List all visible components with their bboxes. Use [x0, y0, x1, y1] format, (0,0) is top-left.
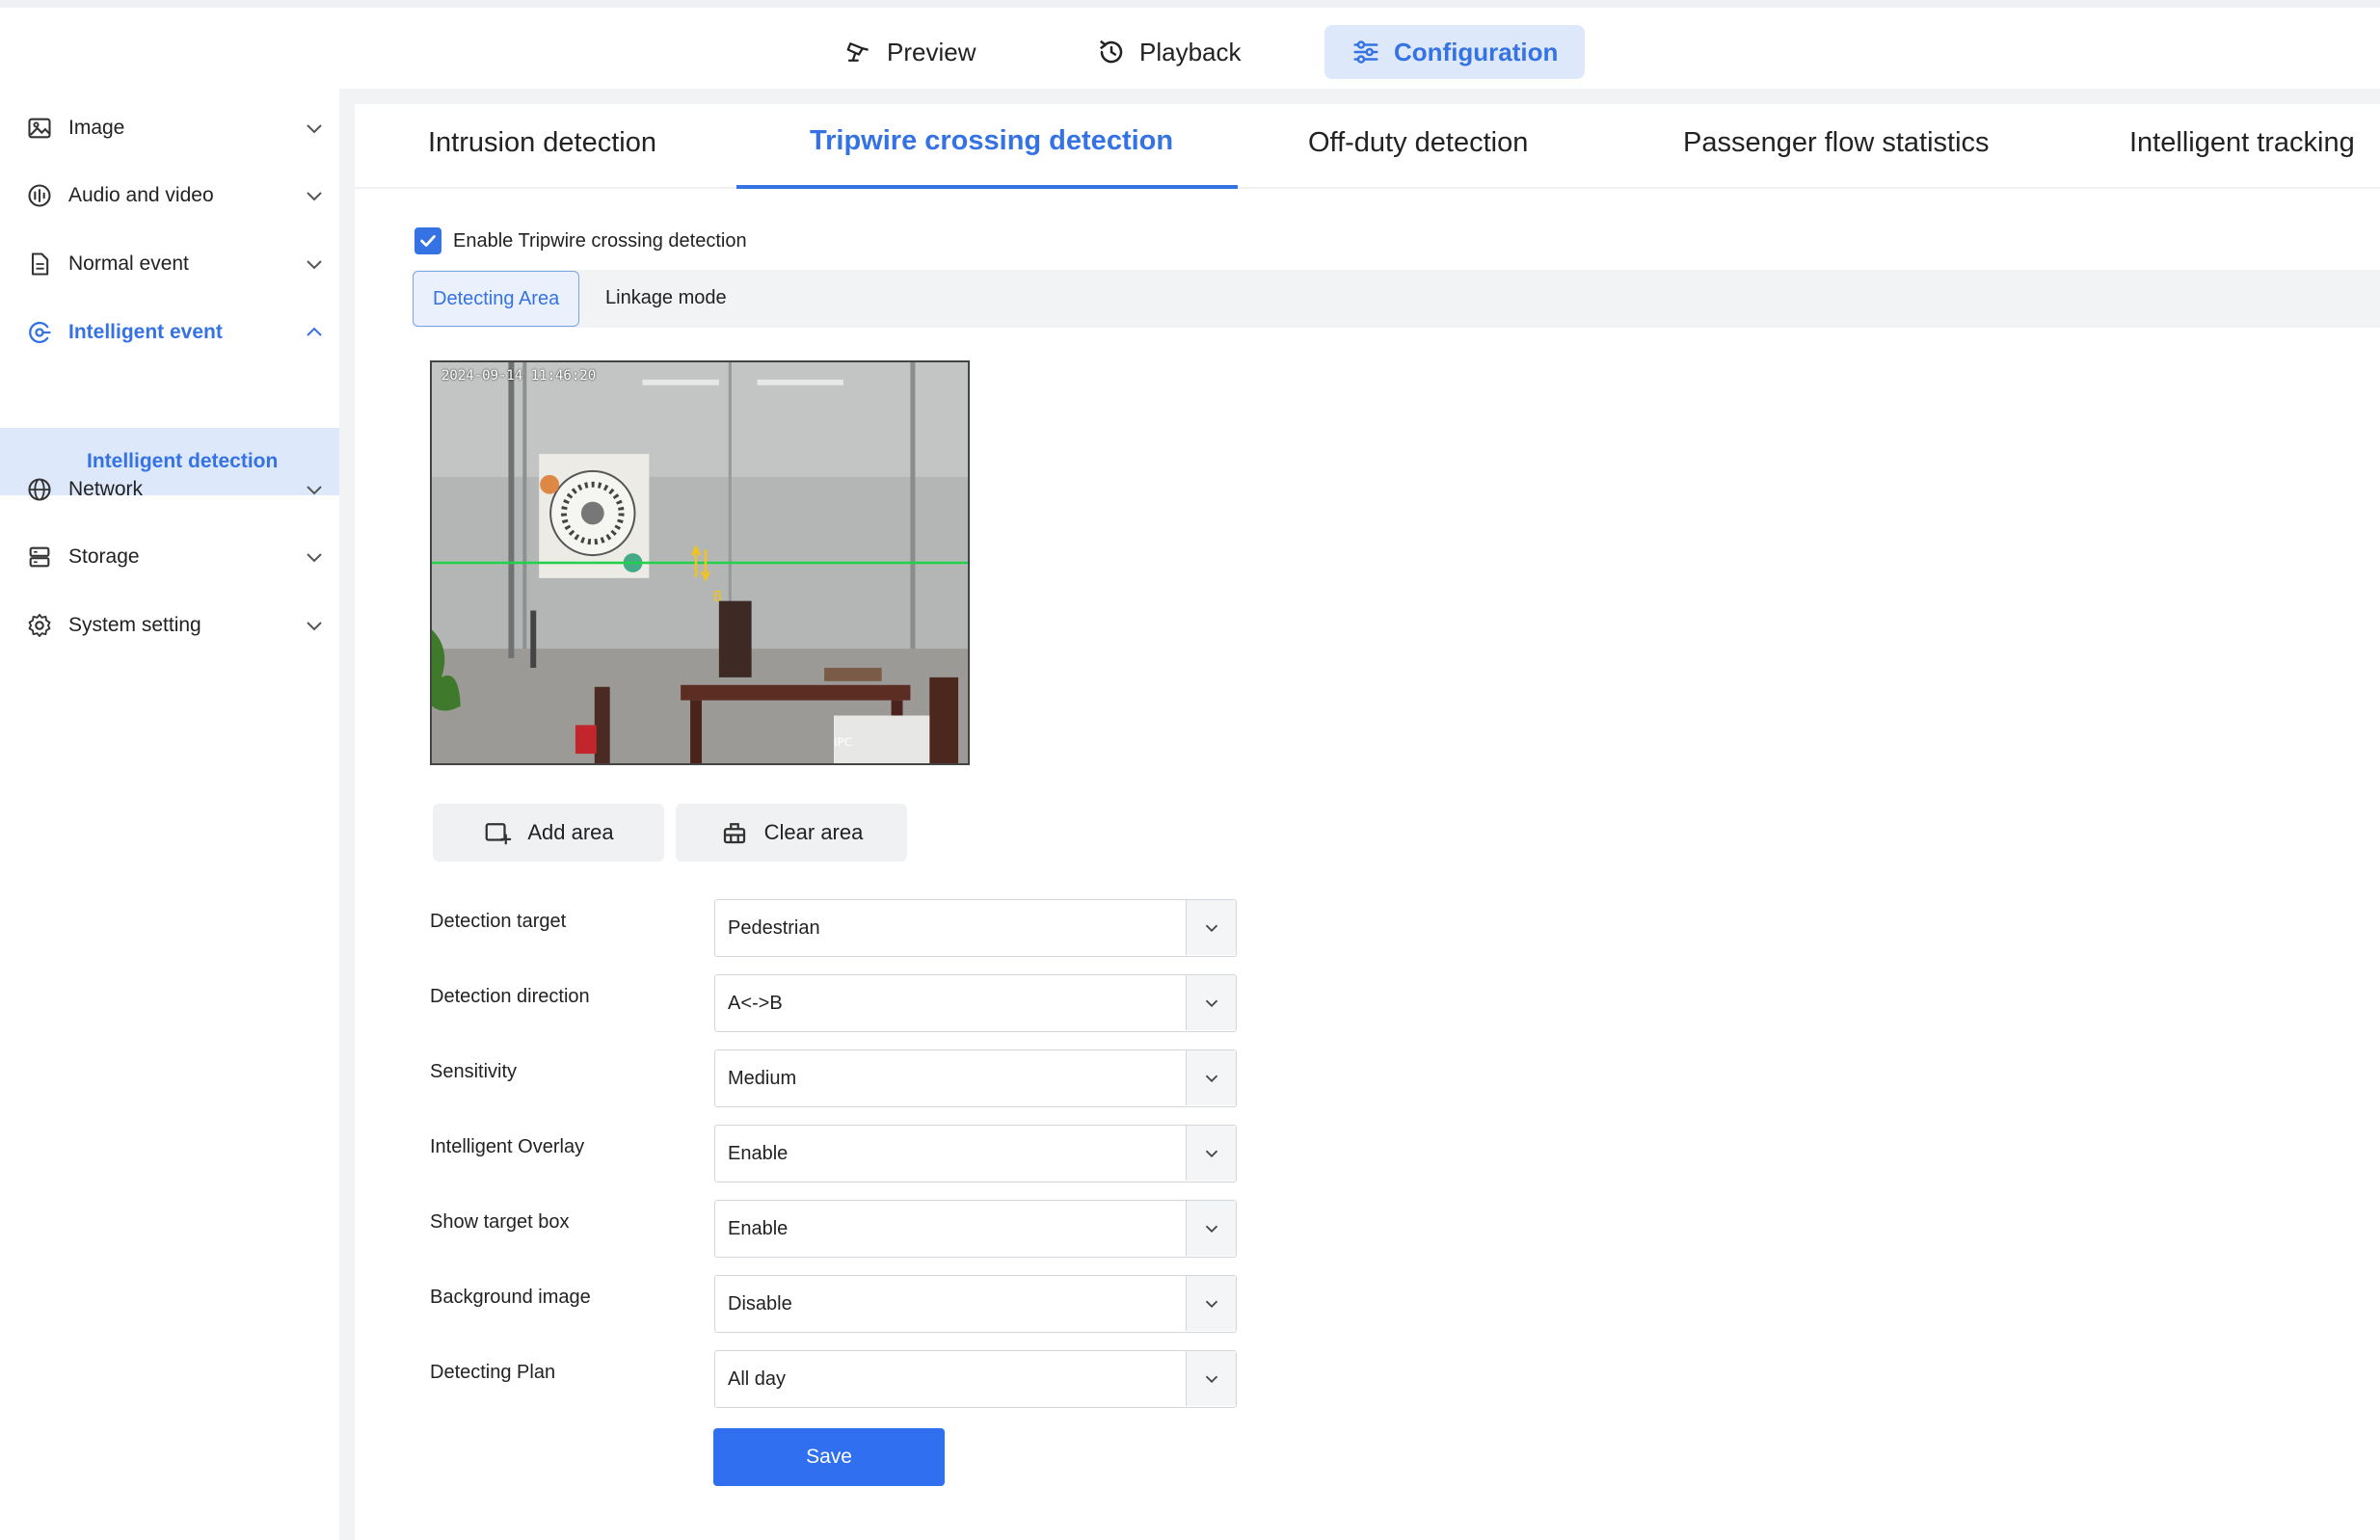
main-panel: Intrusion detection Tripwire crossing de… — [355, 104, 2380, 1540]
sidebar-item-normal-event[interactable]: Normal event — [0, 237, 339, 291]
tab-intelligent-tracking[interactable]: Intelligent tracking — [2129, 127, 2355, 159]
chevron-down-icon[interactable] — [1186, 1276, 1236, 1331]
clear-area-button[interactable]: Clear area — [676, 804, 907, 862]
sidebar-item-label: Normal event — [68, 252, 189, 275]
chevron-down-icon[interactable] — [1186, 1126, 1236, 1181]
top-navigation-bar: Preview Playback Configuration — [0, 0, 2380, 89]
detection-target-label: Detection target — [430, 911, 567, 932]
background-image-label: Background image — [430, 1287, 591, 1308]
intelligent-event-icon — [25, 318, 54, 347]
enable-tripwire-checkbox[interactable] — [414, 227, 441, 254]
add-area-label: Add area — [527, 820, 614, 844]
camera-scene-image: B IPC — [432, 362, 968, 763]
storage-icon — [25, 543, 54, 571]
sidebar-item-label: Network — [68, 478, 144, 500]
svg-text:IPC: IPC — [834, 735, 852, 749]
audio-video-icon — [25, 181, 54, 210]
sensitivity-value: Medium — [728, 1068, 797, 1089]
intelligent-overlay-select[interactable]: Enable — [714, 1125, 1237, 1182]
tab-off-duty-detection[interactable]: Off-duty detection — [1308, 127, 1528, 159]
sidebar-item-audio-video[interactable]: Audio and video — [0, 169, 339, 223]
sidebar-item-network[interactable]: Network — [0, 463, 339, 517]
chevron-down-icon — [307, 124, 322, 134]
subtab-linkage-mode[interactable]: Linkage mode — [586, 270, 746, 326]
camera-preview[interactable]: B IPC 2024-09-14 11:46:20 — [430, 360, 970, 765]
chevron-down-icon — [307, 486, 322, 495]
sensitivity-label: Sensitivity — [430, 1061, 518, 1082]
document-icon — [25, 250, 54, 279]
detection-tabs: Intrusion detection Tripwire crossing de… — [355, 104, 2380, 189]
sliders-icon — [1353, 40, 1378, 64]
detection-direction-label: Detection direction — [430, 986, 590, 1007]
chevron-down-icon — [307, 553, 322, 563]
enable-tripwire-label: Enable Tripwire crossing detection — [453, 229, 747, 252]
sidebar-item-label: Image — [68, 117, 125, 139]
chevron-down-icon[interactable] — [1186, 1050, 1236, 1105]
sidebar-item-label: Audio and video — [68, 184, 214, 206]
nav-preview[interactable]: Preview — [817, 25, 1003, 79]
nav-configuration[interactable]: Configuration — [1324, 25, 1586, 79]
clear-area-label: Clear area — [763, 820, 864, 844]
background-image-value: Disable — [728, 1293, 792, 1314]
sidebar-item-system-setting[interactable]: System setting — [0, 598, 339, 652]
chevron-down-icon[interactable] — [1186, 900, 1236, 955]
intelligent-overlay-label: Intelligent Overlay — [430, 1136, 585, 1157]
tab-passenger-flow-statistics[interactable]: Passenger flow statistics — [1683, 127, 1990, 159]
detection-direction-value: A<->B — [728, 993, 783, 1014]
playback-icon — [1100, 40, 1123, 64]
sidebar-item-label: Intelligent event — [68, 321, 223, 343]
checkmark-icon — [420, 235, 436, 247]
sidebar: Image Audio and video Normal event Intel… — [0, 89, 339, 1540]
detecting-plan-select[interactable]: All day — [714, 1350, 1237, 1408]
intelligent-overlay-value: Enable — [728, 1143, 789, 1164]
add-area-button[interactable]: Add area — [433, 804, 664, 862]
enable-tripwire-row: Enable Tripwire crossing detection — [414, 227, 747, 254]
chevron-down-icon — [307, 192, 322, 201]
add-area-icon — [485, 823, 512, 845]
show-target-box-select[interactable]: Enable — [714, 1200, 1237, 1258]
sidebar-item-label: Storage — [68, 545, 140, 568]
sidebar-item-label: System setting — [68, 614, 201, 636]
detection-direction-select[interactable]: A<->B — [714, 974, 1237, 1032]
globe-icon — [25, 475, 54, 504]
nav-playback[interactable]: Playback — [1070, 25, 1269, 79]
detecting-plan-value: All day — [728, 1368, 787, 1390]
background-image-select[interactable]: Disable — [714, 1275, 1237, 1333]
sidebar-item-storage[interactable]: Storage — [0, 530, 339, 584]
camera-timestamp: 2024-09-14 11:46:20 — [441, 368, 597, 384]
detecting-plan-label: Detecting Plan — [430, 1362, 556, 1383]
chevron-down-icon[interactable] — [1186, 975, 1236, 1030]
image-icon — [25, 114, 54, 143]
sidebar-item-image[interactable]: Image — [0, 101, 339, 155]
show-target-box-value: Enable — [728, 1218, 789, 1239]
camera-icon — [846, 42, 869, 62]
chevron-up-icon — [307, 327, 322, 336]
active-tab-indicator — [736, 185, 1238, 189]
svg-text:B: B — [713, 590, 723, 605]
eraser-icon — [723, 823, 745, 844]
subtab-detecting-area[interactable]: Detecting Area — [413, 271, 580, 327]
gear-icon — [25, 611, 54, 640]
save-button[interactable]: Save — [713, 1428, 945, 1486]
subtab-bar: Detecting Area Linkage mode — [413, 270, 2380, 328]
tab-intrusion-detection[interactable]: Intrusion detection — [428, 127, 656, 159]
nav-configuration-label: Configuration — [1394, 37, 1559, 66]
nav-preview-label: Preview — [887, 37, 976, 66]
nav-playback-label: Playback — [1139, 37, 1242, 66]
show-target-box-label: Show target box — [430, 1211, 570, 1233]
chevron-down-icon — [307, 622, 322, 631]
detection-target-value: Pedestrian — [728, 917, 820, 939]
sidebar-item-intelligent-event[interactable]: Intelligent event — [0, 305, 339, 359]
tab-tripwire-crossing-detection[interactable]: Tripwire crossing detection — [810, 125, 1173, 157]
chevron-down-icon — [307, 260, 322, 270]
chevron-down-icon[interactable] — [1186, 1201, 1236, 1256]
sensitivity-select[interactable]: Medium — [714, 1049, 1237, 1107]
chevron-down-icon[interactable] — [1186, 1351, 1236, 1406]
detection-target-select[interactable]: Pedestrian — [714, 899, 1237, 957]
